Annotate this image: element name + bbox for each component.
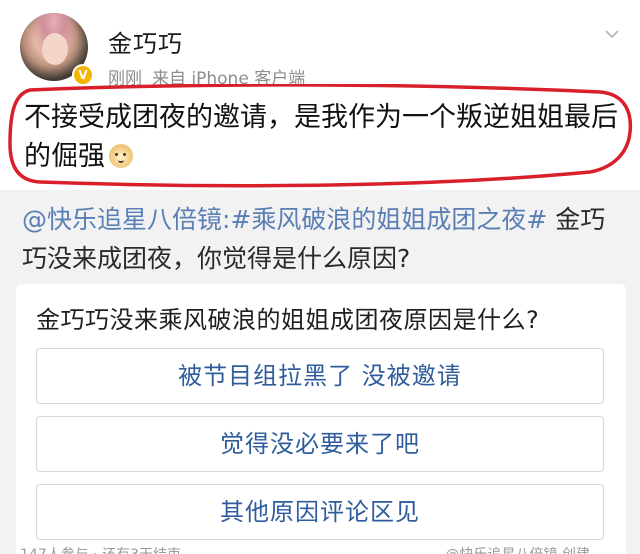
poll-creator[interactable]: @快乐追星八倍镜 创建 [446, 544, 590, 554]
mention-link[interactable]: @快乐追星八倍镜 [22, 205, 222, 234]
poll-option-2[interactable]: 觉得没必要来了吧 [36, 416, 604, 472]
poll-option-3[interactable]: 其他原因评论区见 [36, 484, 604, 540]
post-text: 不接受成团夜的邀请，是我作为一个叛逆姐姐最后的倔强 [24, 98, 624, 176]
chevron-down-icon[interactable] [604, 26, 620, 42]
poll-participants: 147人参与 · 还有3天结束 [20, 544, 181, 554]
post-body: 不接受成团夜的邀请，是我作为一个叛逆姐姐最后的倔强 [0, 84, 640, 190]
weibo-post-screen: V 金巧巧 刚刚 来自 iPhone 客户端 不接受成团夜的邀请，是我作为一个叛逆… [0, 0, 640, 554]
poll-option-1[interactable]: 被节目组拉黑了 没被邀请 [36, 348, 604, 404]
doge-emoji-icon [109, 144, 133, 168]
avatar-face [42, 33, 68, 65]
poll-question: 金巧巧没来乘风破浪的姐姐成团夜原因是什么? [36, 306, 540, 334]
poll-footer: 147人参与 · 还有3天结束 @快乐追星八倍镜 创建 [0, 547, 610, 554]
username[interactable]: 金巧巧 [108, 24, 183, 59]
repost-card[interactable]: @快乐追星八倍镜:#乘风破浪的姐姐成团之夜# 金巧巧没来成团夜，你觉得是什么原因… [0, 190, 640, 554]
repost-text: @快乐追星八倍镜:#乘风破浪的姐姐成团之夜# 金巧巧没来成团夜，你觉得是什么原因… [22, 200, 622, 278]
hashtag-link[interactable]: :#乘风破浪的姐姐成团之夜# [222, 205, 547, 234]
verified-badge-icon: V [72, 64, 94, 86]
poll-card: 金巧巧没来乘风破浪的姐姐成团夜原因是什么? 被节目组拉黑了 没被邀请 觉得没必要… [16, 284, 626, 554]
post-header: V 金巧巧 刚刚 来自 iPhone 客户端 [0, 0, 640, 90]
